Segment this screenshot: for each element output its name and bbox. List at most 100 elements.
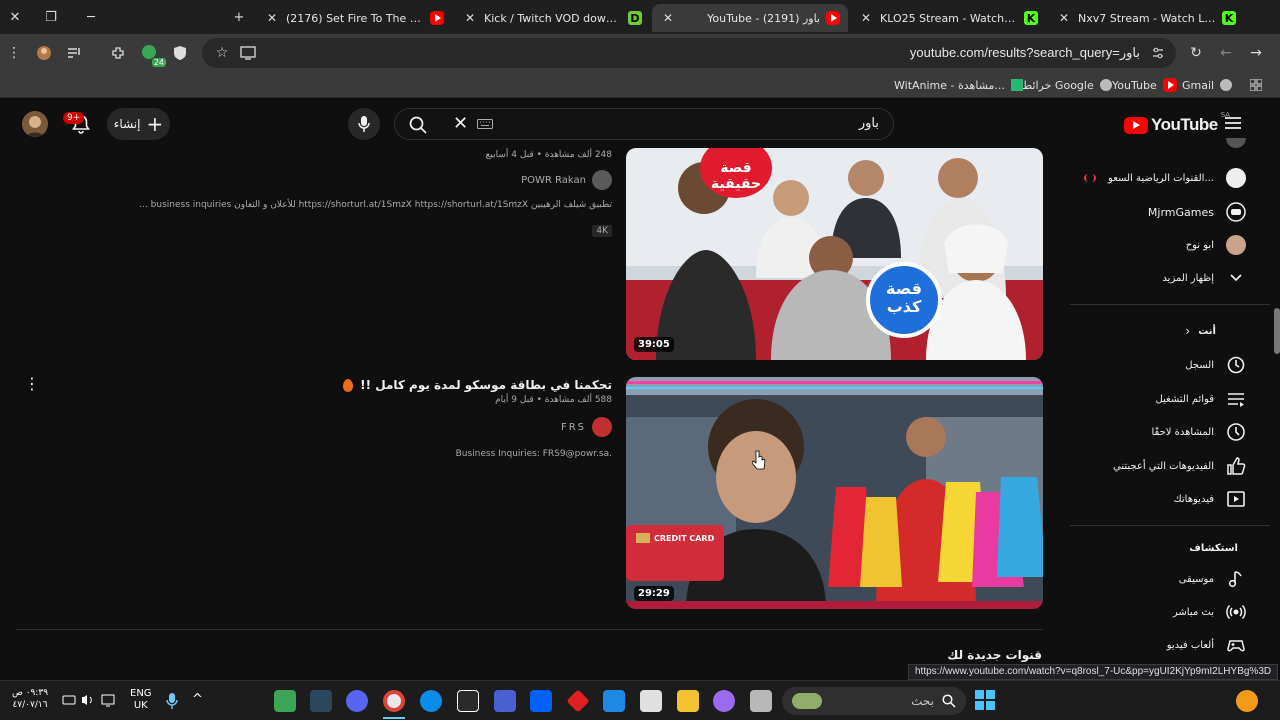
channel-avatar[interactable]	[592, 417, 612, 437]
discord-app-icon[interactable]	[346, 690, 368, 712]
search-button[interactable]	[409, 116, 427, 134]
youtube-logo[interactable]: YouTube SA	[1124, 111, 1230, 135]
chrome-app-icon[interactable]	[383, 690, 405, 712]
video-title[interactable]: تحكمنا في بطاقة موسكو لمدة يوم كامل !!	[360, 378, 612, 392]
video-result-info: 248 ألف مشاهدة • قبل 4 أسابيع POWR Rakan…	[139, 150, 612, 237]
account-avatar[interactable]	[22, 111, 48, 137]
tab-vod-downloader[interactable]: ✕ Kick / Twitch VOD downloader D	[454, 4, 650, 32]
epic-games-app-icon[interactable]	[457, 690, 479, 712]
reload-icon[interactable]: ↻	[1186, 43, 1206, 63]
tab-youtube-active[interactable]: ✕ YouTube - باور (2191)	[652, 4, 848, 32]
widgets-icon[interactable]	[1236, 690, 1258, 712]
channel-row[interactable]: POWR Rakan	[152, 170, 612, 190]
task-view-icon[interactable]	[750, 690, 772, 712]
subscription-abu-nooh[interactable]: ابو نوح	[1186, 232, 1246, 258]
taskbar-search[interactable]: بحث	[782, 687, 966, 715]
guide-menu-icon[interactable]	[1224, 116, 1242, 130]
language-indicator[interactable]: ENG UK	[130, 688, 152, 712]
you-section-header[interactable]: › أنت	[1185, 318, 1216, 344]
sidebar-item-watch-later[interactable]: المشاهدة لاحقًا	[1151, 419, 1246, 445]
tab-nxv7-stream[interactable]: ✕ Nxv7 Stream - Watch Live on Ki K	[1048, 4, 1244, 32]
extension-avatar-icon[interactable]	[34, 43, 54, 63]
tab-klo25-stream[interactable]: ✕ KLO25 Stream - Watch Live on K	[850, 4, 1046, 32]
steam-app-icon[interactable]	[310, 690, 332, 712]
apps-grid-icon[interactable]	[1250, 76, 1262, 94]
restore-window-icon[interactable]: ❐	[40, 6, 62, 28]
create-button[interactable]: إنشاء +	[107, 108, 170, 140]
subscription-mjrmgames[interactable]: MjrmGames	[1148, 199, 1246, 225]
media-control-icon[interactable]	[64, 43, 84, 63]
site-settings-icon[interactable]	[1148, 43, 1168, 63]
close-tab-icon[interactable]: ✕	[1056, 11, 1072, 25]
watch-later-icon	[1226, 422, 1246, 442]
video-duration: 29:29	[634, 586, 674, 601]
youtube-logo-icon	[1124, 116, 1148, 134]
channel-name[interactable]: POWR Rakan	[521, 175, 586, 186]
bookmark-witanime[interactable]: WitAnime - مشاهدة...	[894, 76, 1023, 94]
channel-row[interactable]: FRS	[152, 417, 612, 437]
install-app-icon[interactable]	[238, 43, 258, 63]
whatsapp-app-icon[interactable]	[274, 690, 296, 712]
microphone-icon[interactable]	[166, 692, 178, 710]
quality-badge: 4K	[592, 225, 612, 237]
bookmark-youtube[interactable]: YouTube	[1112, 76, 1177, 94]
close-tab-icon[interactable]: ✕	[462, 11, 478, 25]
show-more-button[interactable]: إظهار المزيد	[1162, 265, 1246, 291]
keyboard-icon[interactable]	[477, 119, 493, 129]
sidebar-item-liked-videos[interactable]: الفيديوهات التي أعجبتني	[1113, 453, 1246, 479]
windows-start-icon[interactable]	[975, 690, 995, 710]
new-tab-button[interactable]: +	[228, 6, 250, 28]
bookmark-gmail[interactable]: Gmail	[1182, 76, 1233, 94]
link-status-bar: https://www.youtube.com/watch?v=q8rosl_7…	[908, 664, 1279, 680]
search-label: بحث	[911, 694, 934, 708]
forward-icon[interactable]: ←	[1216, 43, 1236, 63]
sidebar-item-live[interactable]: بث مباشر	[1173, 599, 1246, 625]
chevron-up-icon[interactable]: ^	[192, 692, 203, 707]
clock[interactable]: ٠٩:٣٩ ص ٤٧/٠٧/١٦	[8, 687, 52, 711]
anydesk-app-icon[interactable]	[566, 689, 590, 713]
close-tab-icon[interactable]: ✕	[264, 11, 280, 25]
voice-search-button[interactable]	[348, 108, 380, 140]
extensions-icon[interactable]	[108, 43, 128, 63]
minimize-window-icon[interactable]: ─	[80, 6, 102, 28]
shield-icon[interactable]	[170, 43, 190, 63]
sidebar-item-label: موسيقى	[1178, 573, 1214, 585]
video-thumbnail[interactable]: قصة حقيقية قصة كذب 39:05	[626, 148, 1043, 360]
live-icon	[1226, 602, 1246, 622]
close-window-icon[interactable]: ✕	[4, 6, 26, 28]
system-tray-icons[interactable]	[62, 693, 134, 709]
subscription-sports[interactable]: القنوات الرياضية السعو...	[1084, 165, 1246, 191]
bookmark-google-maps[interactable]: خرائط Google	[1022, 76, 1112, 94]
back-icon[interactable]: →	[1246, 43, 1266, 63]
address-bar[interactable]: ☆ youtube.com/results?search_query=باور	[202, 38, 1176, 68]
clear-search-icon[interactable]: ✕	[453, 115, 468, 133]
file-explorer-app-icon[interactable]	[677, 690, 699, 712]
channel-name[interactable]: FRS	[561, 422, 586, 433]
close-tab-icon[interactable]: ✕	[858, 11, 874, 25]
video-title-row[interactable]: تحكمنا في بطاقة موسكو لمدة يوم كامل !!	[152, 378, 612, 392]
channel-avatar[interactable]	[592, 170, 612, 190]
video-thumbnail[interactable]: CREDIT CARD 29:29	[626, 377, 1043, 609]
sidebar-item-playlists[interactable]: قوائم التشغيل	[1155, 386, 1246, 412]
bookmark-star-icon[interactable]: ☆	[212, 43, 232, 63]
mail-app-icon[interactable]	[603, 690, 625, 712]
edge-app-icon[interactable]	[420, 690, 442, 712]
microsoft-store-app-icon[interactable]	[640, 690, 662, 712]
sidebar-item-your-videos[interactable]: فيديوهاتك	[1173, 486, 1246, 512]
phone-link-app-icon[interactable]	[494, 690, 516, 712]
menu-dots-icon[interactable]: ⋮	[4, 43, 24, 63]
channel-avatar	[1226, 168, 1246, 188]
sidebar-item-music[interactable]: موسيقى	[1179, 566, 1246, 592]
search-input[interactable]: باور	[859, 116, 879, 131]
tab-set-fire[interactable]: ✕ (2176) Set Fire To The Rain - Ad	[256, 4, 452, 32]
copilot-app-icon[interactable]	[713, 690, 735, 712]
sidebar-item-history[interactable]: السجل	[1185, 352, 1246, 378]
clock-date: ٤٧/٠٧/١٦	[12, 700, 48, 710]
close-tab-icon[interactable]: ✕	[660, 11, 676, 25]
dropbox-app-icon[interactable]	[530, 690, 552, 712]
sidebar-item-gaming[interactable]: ألعاب فيديو	[1167, 632, 1246, 658]
sidebar-item-label: ألعاب فيديو	[1166, 639, 1214, 651]
more-actions-icon[interactable]: ⋮	[24, 373, 40, 393]
sidebar-scrollbar[interactable]	[1274, 308, 1280, 354]
extension-badge-icon[interactable]: 24	[140, 43, 166, 67]
